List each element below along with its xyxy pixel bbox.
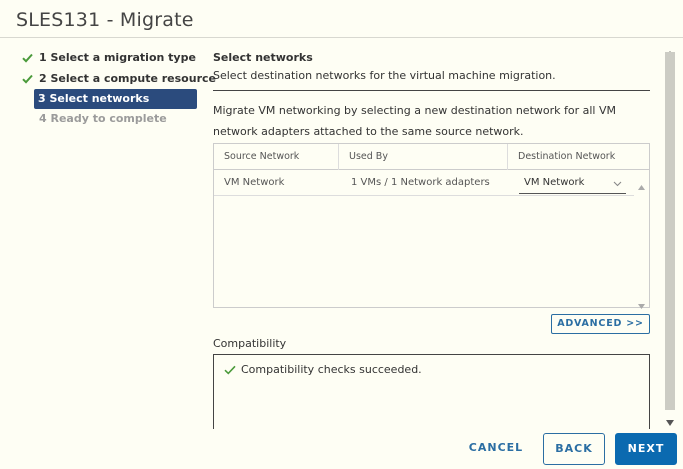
title-divider <box>0 37 683 38</box>
section-divider <box>213 90 650 91</box>
next-button[interactable]: NEXT <box>615 433 677 465</box>
check-icon <box>22 48 34 68</box>
dialog-title: SLES131 - Migrate <box>16 9 194 31</box>
compatibility-panel: Compatibility checks succeeded. <box>213 354 650 429</box>
column-header-destination-network[interactable]: Destination Network <box>508 144 649 170</box>
table-header: Source Network Used By Destination Netwo… <box>214 144 649 170</box>
cancel-button[interactable]: CANCEL <box>463 433 529 465</box>
cell-source-network: VM Network <box>224 177 285 188</box>
scroll-up-icon[interactable] <box>638 175 645 194</box>
destination-network-select[interactable]: VM Network <box>519 174 626 194</box>
compatibility-label: Compatibility <box>213 337 287 350</box>
step-label: 1 Select a migration type <box>39 51 196 64</box>
step-select-networks[interactable]: 3 Select networks <box>34 89 197 109</box>
compatibility-message-text: Compatibility checks succeeded. <box>241 363 422 376</box>
section-title: Select networks <box>213 51 313 64</box>
table-row[interactable]: VM Network 1 VMs / 1 Network adapters VM… <box>214 170 634 196</box>
advanced-button[interactable]: ADVANCED >> <box>551 314 650 334</box>
section-header: Select networks Select destination netwo… <box>213 48 650 91</box>
step-label: 2 Select a compute resource <box>39 71 216 85</box>
step-label: 4 Ready to complete <box>39 112 167 125</box>
scroll-down-icon[interactable] <box>666 411 674 430</box>
check-icon <box>22 69 34 89</box>
compatibility-message: Compatibility checks succeeded. <box>224 363 422 377</box>
step-select-compute-resource[interactable]: 2 Select a compute resource <box>22 69 216 90</box>
step-ready-to-complete: 4 Ready to complete <box>22 109 200 130</box>
step-label: 3 Select networks <box>38 92 150 105</box>
column-header-source-network[interactable]: Source Network <box>214 144 339 170</box>
check-icon <box>224 365 236 375</box>
chevron-down-icon <box>613 177 622 195</box>
section-subtitle: Select destination networks for the virt… <box>213 69 556 82</box>
section-description: Migrate VM networking by selecting a new… <box>213 104 616 138</box>
scrollbar-thumb[interactable] <box>665 52 675 410</box>
network-table: Source Network Used By Destination Netwo… <box>213 143 650 309</box>
cell-destination-network: VM Network <box>519 170 629 196</box>
footer-divider <box>0 424 683 425</box>
back-button[interactable]: BACK <box>543 433 605 465</box>
step-select-migration-type[interactable]: 1 Select a migration type <box>22 48 200 69</box>
cell-used-by: 1 VMs / 1 Network adapters <box>351 177 490 188</box>
column-header-used-by[interactable]: Used By <box>339 144 508 170</box>
scroll-down-icon[interactable] <box>638 294 645 313</box>
wizard-steps: 1 Select a migration type 2 Select a com… <box>22 48 216 130</box>
destination-network-value: VM Network <box>524 177 585 188</box>
vertical-scrollbar[interactable] <box>664 40 676 426</box>
